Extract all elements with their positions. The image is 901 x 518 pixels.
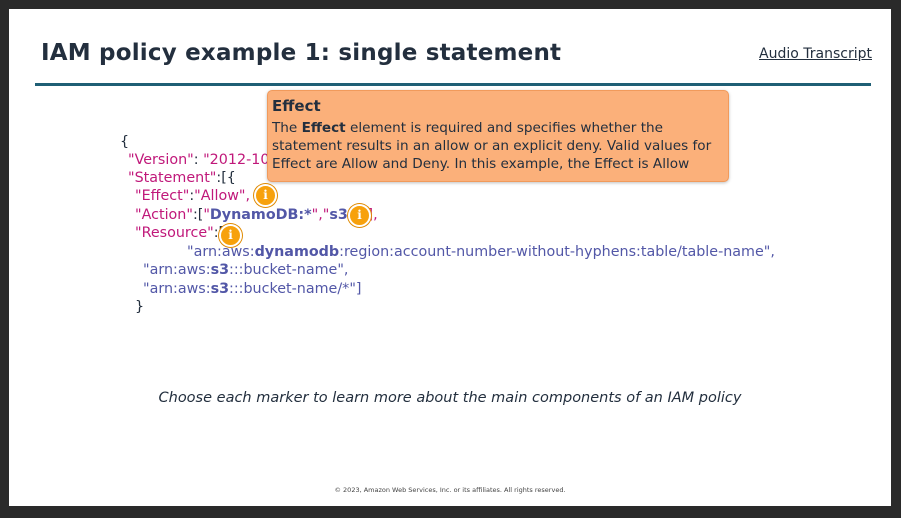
slide: IAM policy example 1: single statement A…: [9, 9, 891, 506]
resource-line: "Resource":[: [135, 225, 224, 241]
effect-value: "Allow",: [194, 188, 251, 204]
instruction-text: Choose each marker to learn more about t…: [158, 390, 742, 406]
arn-service: dynamodb: [254, 244, 340, 260]
tooltip-body-prefix: The: [272, 120, 302, 136]
effect-info-marker[interactable]: i: [254, 184, 277, 207]
action-value-dynamodb: DynamoDB:*: [209, 207, 312, 223]
open-brace: {: [120, 134, 130, 150]
version-key: "Version": [128, 152, 194, 168]
resource-info-marker[interactable]: i: [219, 224, 242, 247]
arn-rest: :::bucket-name/*"]: [229, 281, 362, 297]
resource-arn-s3-objects: "arn:aws:s3:::bucket-name/*"]: [143, 281, 361, 297]
tooltip-body-bold: Effect: [301, 120, 346, 136]
arn-prefix: "arn:aws:: [143, 281, 211, 297]
statement-line: "Statement":[{: [128, 170, 236, 186]
action-key: "Action": [135, 207, 193, 223]
statement-key: "Statement": [128, 170, 217, 186]
copyright-footer: © 2023, Amazon Web Services, Inc. or its…: [334, 486, 566, 494]
arn-prefix: "arn:aws:: [143, 262, 211, 278]
effect-key: "Effect": [135, 188, 190, 204]
resource-key: "Resource": [135, 225, 214, 241]
version-sep: :: [193, 152, 204, 168]
resource-arn-dynamodb: "arn:aws:dynamodb:region:account-number-…: [187, 244, 775, 260]
statement-sep: :[{: [216, 170, 236, 186]
close-brace: }: [135, 299, 145, 315]
version-line: "Version": "2012-10-: [128, 152, 275, 168]
version-value: "2012-10-: [203, 152, 275, 168]
tooltip-title: Effect: [272, 97, 321, 115]
action-quote: ",": [311, 207, 330, 223]
action-sep: :[: [192, 207, 204, 223]
tooltip-body: The Effect element is required and speci…: [272, 119, 722, 173]
action-quote: ": [203, 207, 210, 223]
arn-rest: :::bucket-name",: [229, 262, 349, 278]
action-line: "Action":["DynamoDB:*","s3:*"],: [135, 207, 378, 223]
arn-prefix: "arn:aws:: [187, 244, 255, 260]
resource-arn-s3-bucket: "arn:aws:s3:::bucket-name",: [143, 262, 348, 278]
arn-service: s3: [210, 281, 230, 297]
effect-line: "Effect":"Allow",: [135, 188, 250, 204]
arn-service: s3: [210, 262, 230, 278]
arn-rest: :region:account-number-without-hyphens:t…: [339, 244, 775, 260]
effect-tooltip: Effect The Effect element is required an…: [267, 90, 729, 182]
action-info-marker[interactable]: i: [348, 204, 371, 227]
policy-code: { "Version": "2012-10- "Statement":[{ "E…: [9, 9, 891, 506]
